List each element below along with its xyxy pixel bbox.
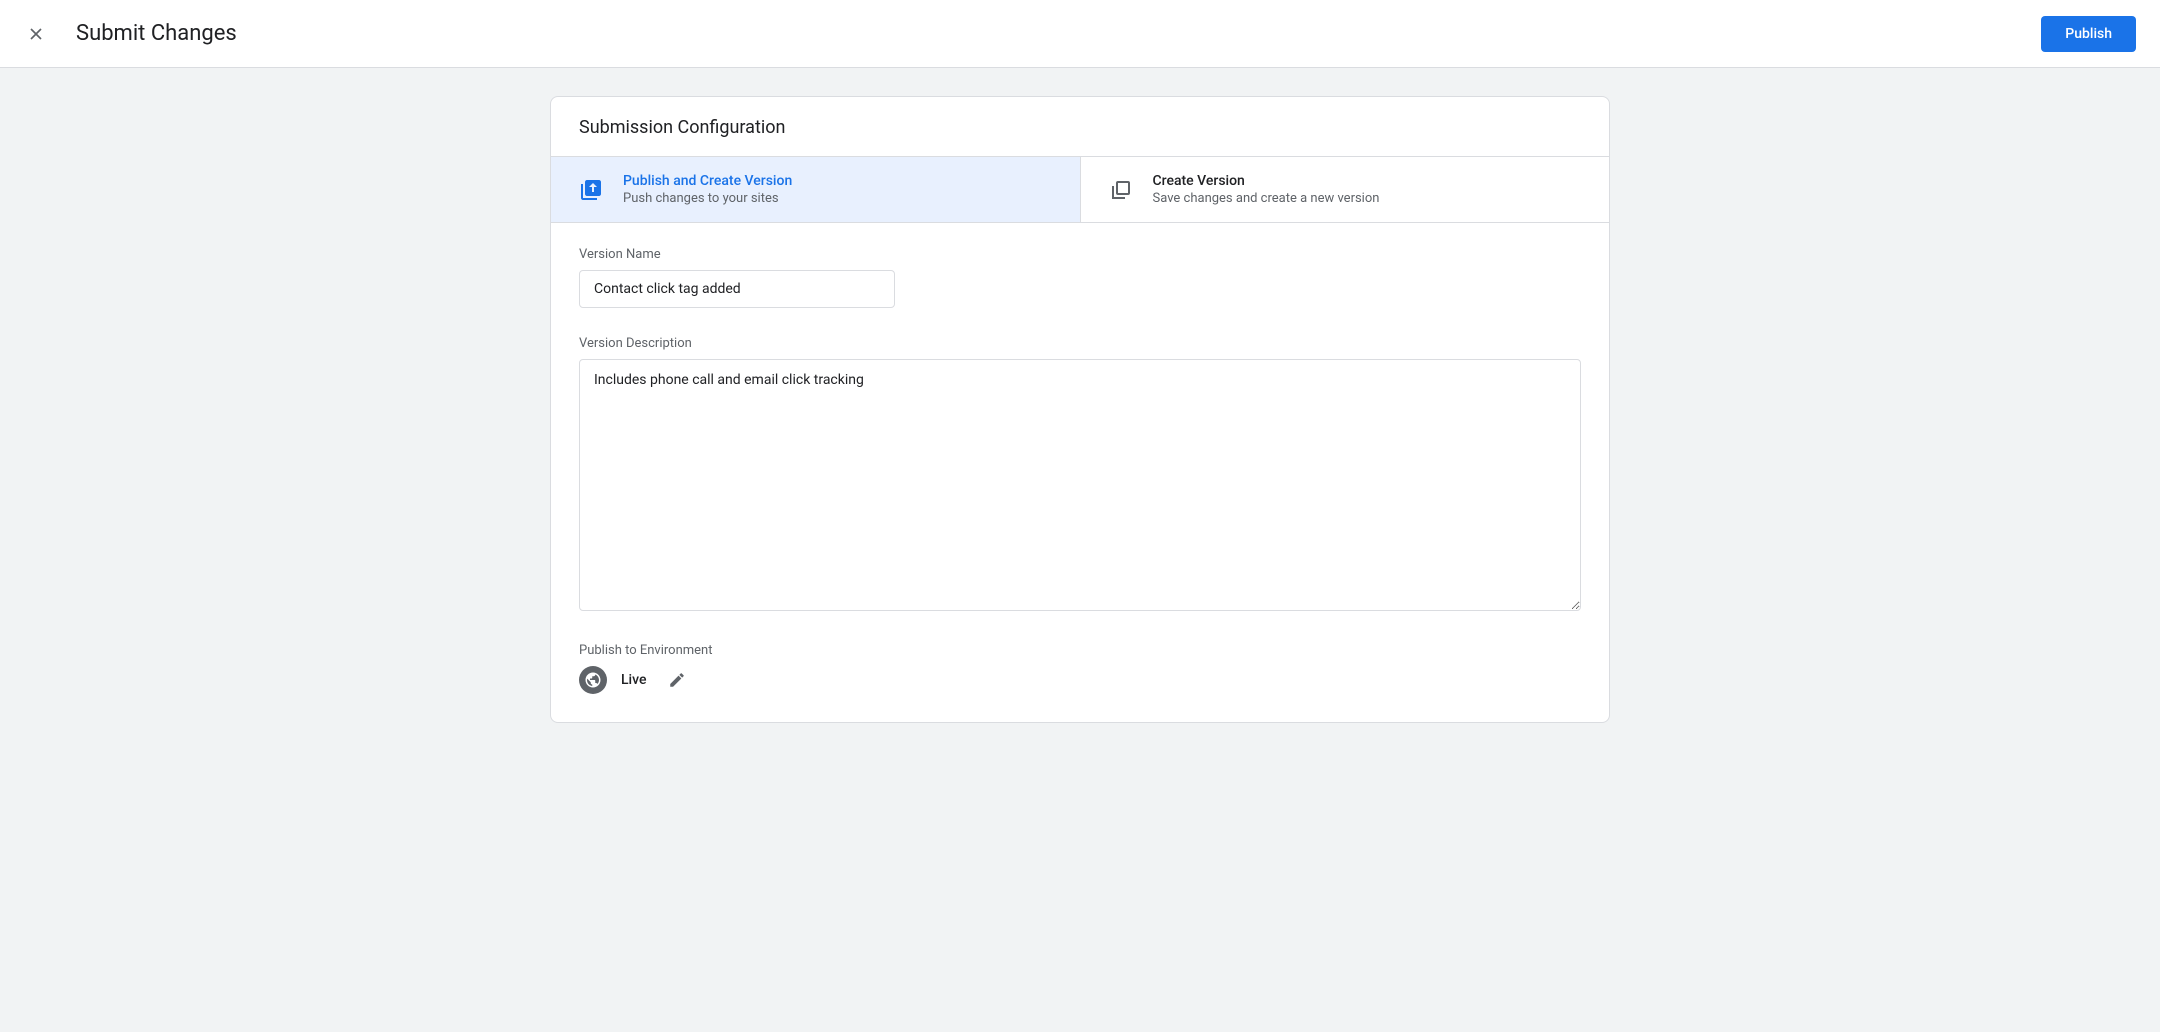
header-bar: Submit Changes Publish xyxy=(0,0,2160,68)
version-name-input[interactable] xyxy=(579,270,895,308)
env-row: Live xyxy=(579,666,1581,694)
publish-button[interactable]: Publish xyxy=(2041,16,2136,52)
pencil-icon xyxy=(668,671,686,689)
option-create-version[interactable]: Create Version Save changes and create a… xyxy=(1081,157,1610,222)
version-name-label: Version Name xyxy=(579,247,1581,262)
option-text: Create Version Save changes and create a… xyxy=(1153,173,1380,206)
option-desc: Push changes to your sites xyxy=(623,191,792,206)
option-publish-create[interactable]: Publish and Create Version Push changes … xyxy=(551,157,1081,222)
option-title: Publish and Create Version xyxy=(623,173,792,189)
globe-icon xyxy=(579,666,607,694)
env-label: Publish to Environment xyxy=(579,643,1581,658)
option-desc: Save changes and create a new version xyxy=(1153,191,1380,206)
form-body: Version Name Version Description Publish… xyxy=(551,223,1609,722)
version-desc-textarea[interactable] xyxy=(579,359,1581,611)
page-title: Submit Changes xyxy=(76,21,237,46)
publish-icon xyxy=(579,178,603,202)
option-text: Publish and Create Version Push changes … xyxy=(623,173,792,206)
close-icon xyxy=(26,24,46,44)
option-title: Create Version xyxy=(1153,173,1380,189)
card-title: Submission Configuration xyxy=(551,97,1609,156)
header-left: Submit Changes xyxy=(24,21,237,46)
env-value: Live xyxy=(621,672,646,688)
option-row: Publish and Create Version Push changes … xyxy=(551,156,1609,223)
close-button[interactable] xyxy=(24,22,48,46)
version-desc-label: Version Description xyxy=(579,336,1581,351)
version-icon xyxy=(1109,178,1133,202)
submission-card: Submission Configuration Publish and Cre… xyxy=(550,96,1610,723)
edit-env-button[interactable] xyxy=(668,671,686,689)
